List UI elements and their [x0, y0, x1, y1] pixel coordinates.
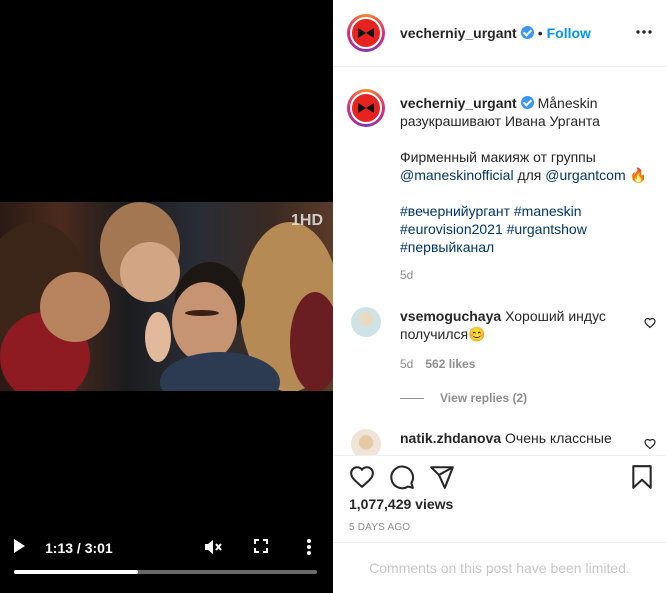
comment-icon[interactable]	[389, 464, 415, 490]
verified-icon	[520, 96, 534, 109]
heart-icon[interactable]	[644, 438, 656, 450]
post-actions: 1,077,429 views 5 DAYS AGO	[333, 455, 666, 542]
commenter-avatar[interactable]	[351, 429, 381, 455]
mute-icon[interactable]	[204, 539, 222, 555]
view-replies-label: View replies (2)	[440, 391, 528, 405]
separator: •	[537, 25, 543, 41]
comments-limited-notice: Comments on this post have been limited.	[333, 542, 666, 593]
video-frame[interactable]: 1HD	[0, 202, 333, 391]
header-username[interactable]: vecherniy_urgant	[400, 25, 517, 41]
like-icon[interactable]	[349, 464, 375, 490]
post-sidebar: vecherniy_urgant • Follow vecherniy_urgant…	[333, 0, 666, 593]
mention-link[interactable]: @maneskinofficial	[400, 167, 514, 183]
frame-shape	[145, 312, 171, 362]
frame-shape	[40, 272, 110, 342]
bookmark-icon[interactable]	[629, 464, 655, 490]
channel-logo: 1HD	[290, 212, 323, 229]
hashtag-link[interactable]: #eurovision2021	[400, 221, 503, 237]
video-time: 1:13 / 3:01	[45, 540, 113, 556]
caption: vecherniy_urgant Måneskin разукрашивают …	[400, 94, 655, 274]
hashtag-link[interactable]: #вечернийургант	[400, 203, 510, 219]
comment-body: vsemoguchaya Хороший индус получился😊	[400, 307, 640, 343]
caption-hashtags: #вечернийургант #maneskin #eurovision202…	[400, 202, 655, 256]
share-icon[interactable]	[429, 464, 455, 490]
comment-body: natik.zhdanova Очень классные	[400, 429, 640, 447]
mention-link[interactable]: @urgantcom	[545, 167, 625, 183]
video-player[interactable]: 1HD 1:13 / 3:01	[0, 0, 333, 593]
caption-username[interactable]: vecherniy_urgant	[400, 95, 517, 111]
comment-text: Очень классные	[505, 430, 612, 446]
caption-line1: vecherniy_urgant Måneskin разукрашивают …	[400, 94, 655, 130]
video-controls: 1:13 / 3:01	[0, 530, 333, 570]
commenter-avatar[interactable]	[351, 307, 381, 337]
follow-button[interactable]: Follow	[547, 25, 591, 41]
play-icon[interactable]	[14, 539, 25, 553]
comment-age: 5d	[400, 357, 414, 371]
comment-meta: 5d 562 likes	[400, 357, 475, 371]
avatar-image	[350, 92, 382, 124]
verified-icon	[520, 26, 534, 39]
comment-username[interactable]: natik.zhdanova	[400, 430, 501, 446]
caption-avatar[interactable]	[347, 89, 385, 127]
frame-shape	[172, 282, 237, 362]
post-date: 5 DAYS AGO	[349, 522, 411, 533]
caption-text: для	[517, 167, 542, 183]
more-vertical-icon[interactable]	[303, 538, 315, 556]
video-progress-fill	[14, 570, 139, 574]
heart-icon[interactable]	[644, 317, 656, 329]
avatar-image	[350, 17, 382, 49]
fire-emoji: 🔥	[629, 167, 647, 183]
divider	[400, 398, 424, 400]
caption-age: 5d	[400, 268, 414, 282]
view-count[interactable]: 1,077,429 views	[349, 496, 453, 512]
comment-username[interactable]: vsemoguchaya	[400, 308, 501, 324]
comment-likes[interactable]: 562 likes	[425, 357, 475, 371]
hashtag-link[interactable]: #maneskin	[514, 203, 582, 219]
comments-scroll-area[interactable]: vecherniy_urgant Måneskin разукрашивают …	[333, 67, 666, 455]
hashtag-link[interactable]: #urgantshow	[507, 221, 587, 237]
avatar[interactable]	[347, 14, 385, 52]
view-replies-button[interactable]: View replies (2)	[400, 391, 527, 405]
caption-line2: Фирменный макияж от группы @maneskinoffi…	[400, 148, 655, 184]
video-progress-bar[interactable]	[14, 570, 317, 574]
frame-shape	[290, 292, 333, 391]
post-header: vecherniy_urgant • Follow	[333, 0, 666, 67]
header-user-line: vecherniy_urgant • Follow	[400, 25, 591, 41]
more-options-icon[interactable]	[636, 30, 652, 34]
caption-text: Фирменный макияж от группы	[400, 149, 596, 165]
hashtag-link[interactable]: #первыйканал	[400, 239, 494, 255]
fullscreen-icon[interactable]	[254, 539, 268, 553]
frame-shape	[120, 242, 180, 302]
frame-shape	[185, 310, 219, 316]
